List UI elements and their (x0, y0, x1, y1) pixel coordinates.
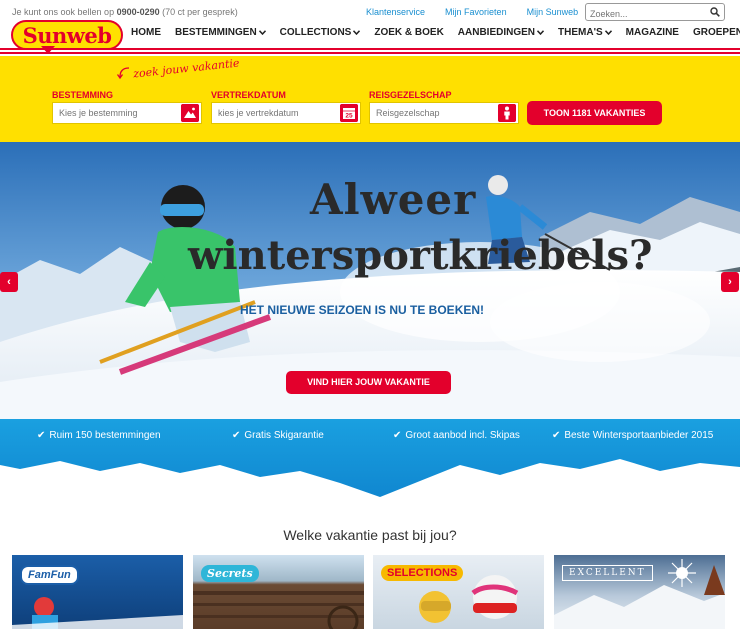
carousel-prev-button[interactable]: ‹ (0, 272, 18, 292)
nav-item-home[interactable]: HOME (131, 27, 161, 38)
calendar-icon[interactable]: 25 (340, 104, 358, 122)
search-input[interactable] (586, 6, 704, 22)
card-selections[interactable]: SELECTIONS (373, 555, 544, 629)
check-icon: ✔ (552, 430, 561, 441)
mountain-icon[interactable] (181, 104, 199, 122)
show-holidays-button[interactable]: TOON 1181 VAKANTIES (527, 101, 662, 125)
party-label: REISGEZELSCHAP (369, 90, 452, 100)
chevron-down-icon (537, 30, 545, 35)
card-badge: SELECTIONS (381, 565, 464, 581)
usp-label: Beste Wintersportaanbieder 2015 (564, 430, 714, 441)
section-title: Welke vakantie past bij jou? (283, 527, 457, 543)
carousel-next-button[interactable]: › (721, 272, 739, 292)
link-mijn-sunweb[interactable]: Mijn Sunweb (527, 7, 579, 17)
calendar-day: 25 (345, 113, 353, 120)
find-holiday-button[interactable]: VIND HIER JOUW VAKANTIE (286, 371, 451, 394)
curved-arrow-icon (117, 67, 130, 80)
card-excellent[interactable]: EXCELLENT (554, 555, 725, 629)
date-field: 25 (211, 102, 361, 124)
nav-item-collections[interactable]: COLLECTIONS (280, 27, 361, 38)
nav-item-groepen[interactable]: GROEPEN (693, 27, 740, 38)
person-icon[interactable] (498, 104, 516, 122)
nav-label: COLLECTIONS (279, 27, 352, 38)
nav-item-magazine[interactable]: MAGAZINE (626, 27, 679, 38)
check-icon: ✔ (393, 430, 402, 441)
hero-headline-line2: wintersportkriebels? (188, 232, 653, 279)
phone-prefix: Je kunt ons ook bellen op (12, 7, 115, 17)
usp-item: ✔ Beste Wintersportaanbieder 2015 (552, 430, 713, 441)
phone-notice: Je kunt ons ook bellen op 0900-0290 (70 … (12, 7, 238, 17)
hero-subheadline: HET NIEUWE SEIZOEN IS NU TE BOEKEN! (240, 303, 485, 317)
site-search (585, 3, 725, 22)
usp-label: Gratis Skigarantie (244, 430, 324, 441)
logo-text: Sunweb (22, 23, 112, 48)
chevron-down-icon (258, 30, 266, 35)
usp-item: ✔ Gratis Skigarantie (232, 430, 324, 441)
card-badge: FamFun (20, 565, 79, 585)
nav-label: AANBIEDINGEN (457, 27, 536, 38)
card-secrets[interactable]: Secrets (193, 555, 364, 629)
link-klantenservice[interactable]: Klantenservice (366, 7, 425, 17)
nav-item-bestemmingen[interactable]: BESTEMMINGEN (175, 27, 266, 38)
chevron-down-icon (604, 30, 612, 35)
nav-item-zoek-boek[interactable]: ZOEK & BOEK (374, 27, 443, 38)
usp-item: ✔ Ruim 150 bestemmingen (37, 430, 161, 441)
nav-item-aanbiedingen[interactable]: AANBIEDINGEN (457, 27, 545, 38)
search-icon[interactable] (710, 7, 720, 17)
nav-label: GROEPEN (692, 27, 740, 38)
phone-suffix: (70 ct per gesprek) (162, 7, 238, 17)
usp-label: Groot aanbod incl. Skipas (405, 430, 520, 441)
destination-input[interactable] (53, 103, 201, 123)
phone-number[interactable]: 0900-0290 (117, 7, 160, 17)
nav-label: BESTEMMINGEN (175, 27, 257, 38)
hero-headline-line1: Alweer (310, 175, 477, 224)
nav-label: ZOEK & BOEK (374, 27, 444, 38)
destination-label: BESTEMMING (52, 90, 114, 100)
top-links: Klantenservice Mijn Favorieten Mijn Sunw… (366, 7, 598, 17)
nav-label: HOME (131, 27, 161, 38)
nav-label: MAGAZINE (625, 27, 679, 38)
party-field (369, 102, 519, 124)
card-badge: Secrets (201, 565, 259, 582)
nav-label: THEMA'S (558, 27, 603, 38)
usp-item: ✔ Groot aanbod incl. Skipas (393, 430, 520, 441)
date-label: VERTREKDATUM (211, 90, 286, 100)
check-icon: ✔ (37, 430, 46, 441)
party-input[interactable] (370, 103, 518, 123)
nav-item-themas[interactable]: THEMA'S (558, 27, 612, 38)
sunweb-logo[interactable]: Sunweb (11, 20, 123, 54)
destination-field (52, 102, 202, 124)
check-icon: ✔ (232, 430, 241, 441)
main-menu: HOME BESTEMMINGEN COLLECTIONS ZOEK & BOE… (131, 27, 740, 38)
chevron-down-icon (353, 30, 361, 35)
card-badge: EXCELLENT (562, 565, 653, 581)
date-input[interactable] (212, 103, 360, 123)
usp-label: Ruim 150 bestemmingen (49, 430, 161, 441)
card-famfun[interactable]: FamFun (12, 555, 183, 629)
link-mijn-favorieten[interactable]: Mijn Favorieten (445, 7, 507, 17)
